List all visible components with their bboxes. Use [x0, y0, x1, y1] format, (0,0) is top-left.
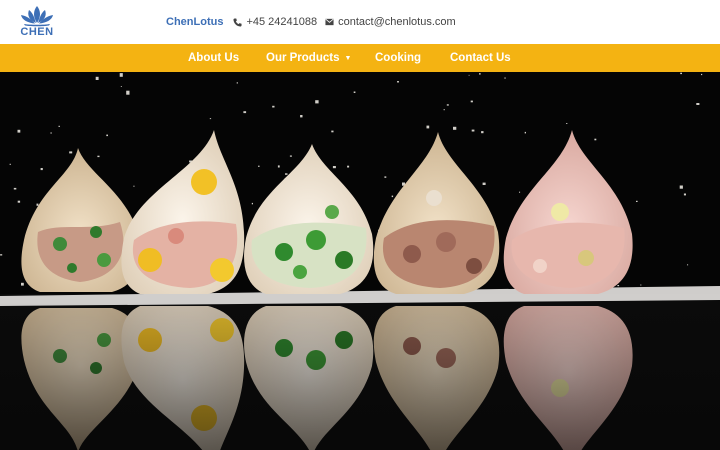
- main-nav: About Us Our Products ▼ Cooking Contact U…: [0, 44, 720, 72]
- flour-speck: [524, 131, 526, 134]
- nav-list: About Us Our Products ▼ Cooking Contact U…: [0, 44, 720, 72]
- flour-speck: [443, 109, 445, 111]
- flour-speck: [133, 185, 135, 187]
- flour-speck: [272, 105, 275, 108]
- phone-contact[interactable]: +45 24241088: [233, 16, 317, 28]
- flour-speck: [209, 118, 212, 120]
- flour-speck: [446, 104, 449, 106]
- flour-speck: [50, 132, 52, 134]
- flour-speck: [126, 90, 130, 95]
- lotus-logo-icon: [21, 6, 53, 27]
- flour-speck: [353, 91, 356, 93]
- flour-speck: [332, 166, 336, 169]
- flour-speck: [471, 129, 475, 132]
- flour-speck: [347, 165, 350, 168]
- nav-item-contact-us[interactable]: Contact Us: [450, 44, 511, 72]
- flour-speck: [696, 103, 700, 105]
- flour-speck: [236, 82, 238, 84]
- envelope-icon: [325, 18, 334, 26]
- flour-speck: [69, 151, 73, 154]
- flour-speck: [251, 202, 253, 205]
- flour-speck: [9, 163, 11, 165]
- hero-image: [0, 72, 720, 450]
- flour-speck: [17, 129, 21, 133]
- phone-icon: [233, 17, 243, 27]
- site-header: CHEN ChenLotus +45 24241088 contact@chen…: [0, 0, 720, 44]
- nav-item-cooking[interactable]: Cooking: [375, 44, 421, 72]
- flour-speck: [36, 203, 39, 206]
- logo-link[interactable]: CHEN: [16, 4, 58, 40]
- flour-speck: [300, 115, 303, 118]
- nav-item-label: Cooking: [375, 52, 421, 64]
- flour-speck: [243, 111, 247, 114]
- flour-speck: [285, 173, 288, 175]
- logo-text: CHEN: [20, 26, 54, 38]
- chevron-down-icon: ▼: [344, 55, 352, 62]
- phone-number: +45 24241088: [246, 16, 318, 28]
- flour-speck: [315, 100, 319, 104]
- flour-speck: [636, 200, 638, 202]
- flour-speck: [519, 191, 521, 193]
- nav-item-label: Our Products: [266, 52, 340, 64]
- flour-speck: [97, 155, 100, 158]
- flour-speck: [397, 81, 399, 83]
- hero-banner: [0, 72, 720, 450]
- dumpling-3: [244, 144, 374, 294]
- dumpling-5: [503, 130, 633, 294]
- flour-speck: [426, 125, 430, 129]
- nav-item-our-products[interactable]: Our Products ▼: [266, 44, 351, 72]
- email-contact[interactable]: contact@chenlotus.com: [325, 16, 456, 28]
- flour-speck: [701, 73, 703, 76]
- flour-speck: [384, 176, 387, 178]
- flour-speck: [95, 76, 99, 80]
- nav-item-label: About Us: [188, 52, 240, 64]
- flour-speck: [687, 264, 689, 266]
- flour-speck: [479, 73, 481, 75]
- flour-speck: [13, 187, 17, 190]
- flour-speck: [258, 165, 260, 167]
- flour-speck: [17, 200, 21, 203]
- flour-speck: [640, 284, 642, 286]
- nav-item-about-us[interactable]: About Us: [188, 44, 239, 72]
- flour-speck: [391, 195, 394, 198]
- flour-speck: [679, 185, 683, 189]
- flour-speck: [680, 72, 682, 75]
- flour-speck: [683, 193, 686, 196]
- dumpling-4: [373, 132, 500, 294]
- flour-speck: [617, 285, 620, 287]
- flour-speck: [119, 73, 123, 77]
- flour-speck: [453, 126, 457, 130]
- flour-speck: [504, 77, 506, 79]
- flour-speck: [40, 168, 43, 171]
- flour-speck: [21, 282, 24, 286]
- brand-name[interactable]: ChenLotus: [166, 16, 223, 28]
- flour-speck: [594, 138, 597, 141]
- flour-speck: [58, 125, 60, 127]
- flour-speck: [331, 130, 334, 133]
- flour-speck: [481, 131, 484, 134]
- nav-item-label: Contact Us: [450, 52, 511, 64]
- contact-bar: ChenLotus +45 24241088 contact@chenlotus…: [166, 14, 464, 30]
- email-address: contact@chenlotus.com: [338, 16, 456, 28]
- flour-speck: [468, 74, 470, 76]
- flour-speck: [106, 134, 108, 137]
- dumpling-2: [121, 130, 245, 294]
- flour-speck: [470, 100, 473, 103]
- flour-speck: [289, 155, 292, 157]
- dumpling-1: [21, 148, 140, 292]
- flour-speck: [277, 165, 280, 168]
- flour-speck: [566, 123, 568, 124]
- flour-speck: [482, 182, 486, 185]
- flour-speck: [0, 254, 3, 256]
- flour-speck: [120, 86, 122, 87]
